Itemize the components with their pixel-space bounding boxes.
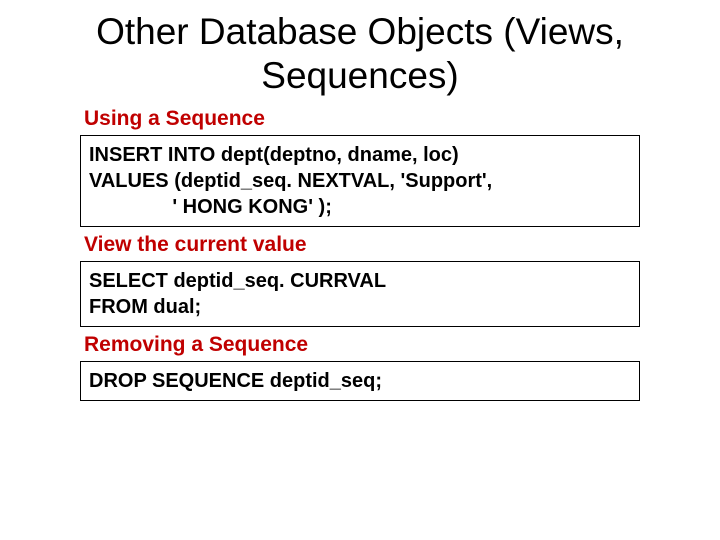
section-label-using: Using a Sequence [84,107,640,131]
code-box-select: SELECT deptid_seq. CURRVAL FROM dual; [80,261,640,327]
slide: Other Database Objects (Views, Sequences… [0,0,720,540]
code-box-drop: DROP SEQUENCE deptid_seq; [80,361,640,401]
code-box-insert: INSERT INTO dept(deptno, dname, loc) VAL… [80,135,640,227]
section-label-remove: Removing a Sequence [84,333,640,357]
page-title: Other Database Objects (Views, Sequences… [20,10,700,99]
content-area: Using a Sequence INSERT INTO dept(deptno… [80,107,640,401]
section-label-view: View the current value [84,233,640,257]
